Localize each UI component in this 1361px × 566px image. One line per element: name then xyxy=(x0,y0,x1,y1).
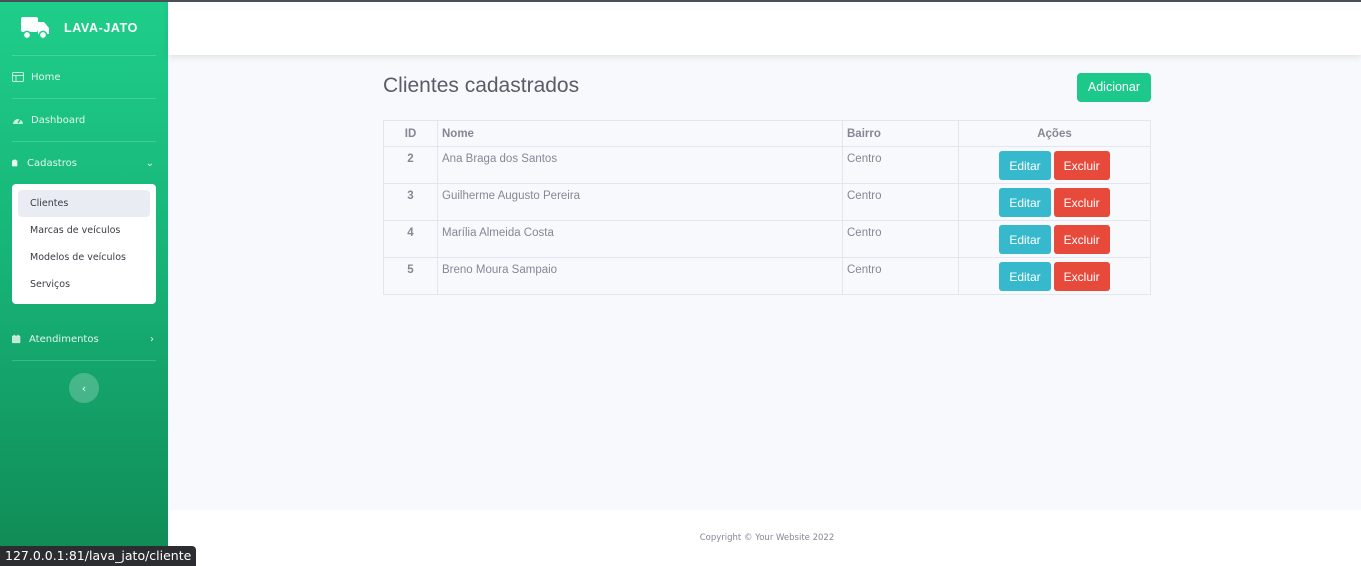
cell-bairro: Centro xyxy=(842,220,959,258)
sidebar-item-dashboard[interactable]: Dashboard xyxy=(0,99,168,141)
sidebar-item-label: Dashboard xyxy=(31,114,86,126)
copyright-text: Copyright © Your Website 2022 xyxy=(699,533,835,543)
edit-button[interactable]: Editar xyxy=(999,188,1051,217)
truck-icon xyxy=(21,16,49,39)
edit-button[interactable]: Editar xyxy=(999,262,1051,291)
submenu-item-marcas[interactable]: Marcas de veículos xyxy=(18,217,150,244)
brand-name: LAVA-JATO xyxy=(64,20,138,35)
window-top-border xyxy=(0,0,1361,2)
table-row: 4 Marília Almeida Costa Centro Editar Exc… xyxy=(383,220,1151,258)
cell-acoes: Editar Excluir xyxy=(958,257,1151,295)
cell-bairro: Centro xyxy=(842,146,959,184)
cadastros-submenu: Clientes Marcas de veículos Modelos de v… xyxy=(12,184,156,304)
column-header-id: ID xyxy=(383,120,438,147)
cell-id: 5 xyxy=(383,257,438,295)
sidebar-item-home[interactable]: Home xyxy=(0,56,168,98)
cell-bairro: Centro xyxy=(842,257,959,295)
cell-bairro: Centro xyxy=(842,183,959,221)
table-row: 2 Ana Braga dos Santos Centro Editar Excl… xyxy=(383,146,1151,184)
delete-button[interactable]: Excluir xyxy=(1053,262,1110,291)
cell-acoes: Editar Excluir xyxy=(958,146,1151,184)
cell-acoes: Editar Excluir xyxy=(958,220,1151,258)
sidebar: LAVA-JATO Home Dashboard Cadastros ⌄ Cli… xyxy=(0,0,168,566)
chevron-right-icon: › xyxy=(150,333,154,345)
sidebar-divider xyxy=(12,360,156,361)
brand[interactable]: LAVA-JATO xyxy=(0,0,168,55)
submenu-item-clientes[interactable]: Clientes xyxy=(18,190,150,217)
chevron-down-icon: ⌄ xyxy=(145,157,154,169)
column-header-nome: Nome xyxy=(437,120,843,147)
clients-table: ID Nome Bairro Ações 2 Ana Braga dos San… xyxy=(383,120,1151,295)
sidebar-item-label: Cadastros xyxy=(27,157,77,169)
browser-status-url: 127.0.0.1:81/lava_jato/cliente xyxy=(0,546,197,566)
cell-id: 3 xyxy=(383,183,438,221)
cell-nome: Guilherme Augusto Pereira xyxy=(437,183,843,221)
delete-button[interactable]: Excluir xyxy=(1053,151,1110,180)
cell-nome: Ana Braga dos Santos xyxy=(437,146,843,184)
heading-row: Clientes cadastrados Adicionar xyxy=(383,72,1151,102)
cell-nome: Breno Moura Sampaio xyxy=(437,257,843,295)
calendar-icon xyxy=(12,334,21,344)
table-row: 3 Guilherme Augusto Pereira Centro Edita… xyxy=(383,183,1151,221)
cell-id: 2 xyxy=(383,146,438,184)
table-icon xyxy=(12,72,24,82)
cell-id: 4 xyxy=(383,220,438,258)
submenu-item-servicos[interactable]: Serviços xyxy=(18,271,150,298)
cell-nome: Marília Almeida Costa xyxy=(437,220,843,258)
footer: Copyright © Your Website 2022 xyxy=(168,510,1361,566)
edit-button[interactable]: Editar xyxy=(999,225,1051,254)
delete-button[interactable]: Excluir xyxy=(1053,225,1110,254)
submenu-item-modelos[interactable]: Modelos de veículos xyxy=(18,244,150,271)
gauge-icon xyxy=(13,118,23,124)
main-content: Clientes cadastrados Adicionar ID Nome B… xyxy=(383,72,1151,295)
table-header-row: ID Nome Bairro Ações xyxy=(383,120,1151,147)
edit-button[interactable]: Editar xyxy=(999,151,1051,180)
sidebar-item-label: Home xyxy=(31,71,61,83)
delete-button[interactable]: Excluir xyxy=(1053,188,1110,217)
sidebar-toggle-button[interactable]: ‹ xyxy=(69,373,99,403)
sidebar-item-atendimentos[interactable]: Atendimentos › xyxy=(0,318,168,360)
topbar xyxy=(168,2,1361,55)
table-row: 5 Breno Moura Sampaio Centro Editar Exclu… xyxy=(383,257,1151,295)
cell-acoes: Editar Excluir xyxy=(958,183,1151,221)
chevron-left-icon: ‹ xyxy=(81,381,87,395)
clipboard-icon xyxy=(12,159,18,167)
column-header-bairro: Bairro xyxy=(842,120,959,147)
sidebar-item-cadastros[interactable]: Cadastros ⌄ xyxy=(0,142,168,184)
column-header-acoes: Ações xyxy=(958,120,1151,147)
add-client-button[interactable]: Adicionar xyxy=(1076,72,1151,102)
sidebar-item-label: Atendimentos xyxy=(29,333,99,345)
page-title: Clientes cadastrados xyxy=(383,73,580,97)
